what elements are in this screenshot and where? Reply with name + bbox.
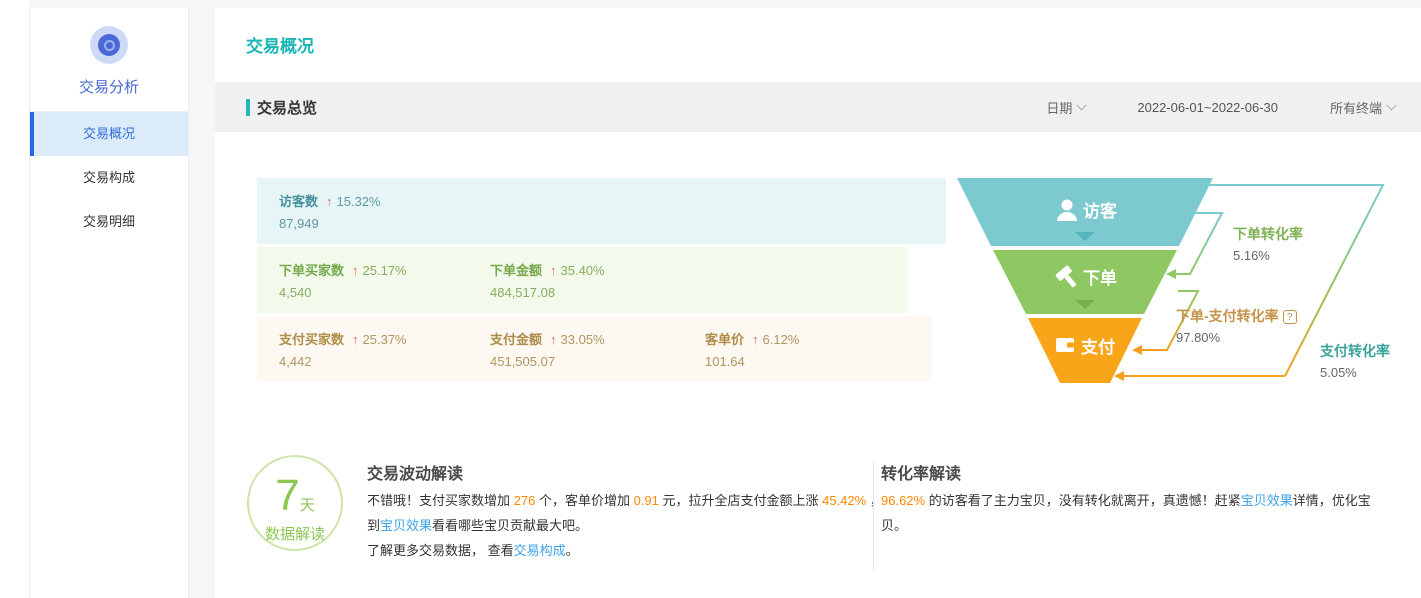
metric-value: 484,517.08 xyxy=(490,285,605,300)
conversion-insight-title: 转化率解读 xyxy=(881,460,961,484)
page-title: 交易概况 xyxy=(246,32,314,57)
conversion-insight-body: 96.62% 的访客看了主力宝贝，没有转化就离开，真遗憾！赶紧宝贝效果详情，优化… xyxy=(881,488,1381,538)
left-gutter xyxy=(0,0,29,598)
date-filter-dropdown[interactable]: 日期 xyxy=(1046,98,1085,117)
highlight-number: 45.42% xyxy=(822,493,866,508)
sidebar-item-trade-detail[interactable]: 交易明细 xyxy=(30,200,188,244)
up-arrow-icon: ↑ xyxy=(352,332,359,347)
section-title: 交易总览 xyxy=(246,97,317,118)
metric-value: 451,505.07 xyxy=(490,354,605,369)
seven-day-insight-badge: 7天 数据解读 xyxy=(247,455,343,551)
app-logo-icon xyxy=(90,26,128,64)
metric-order-buyers: 下单买家数↑25.17% 4,540 xyxy=(279,260,407,300)
terminal-filter-dropdown[interactable]: 所有终端 xyxy=(1330,98,1395,117)
highlight-number: 276 xyxy=(514,493,536,508)
link-trade-composition[interactable]: 交易构成 xyxy=(514,543,566,558)
highlight-number: 96.62% xyxy=(881,493,925,508)
sidebar-item-trade-composition[interactable]: 交易构成 xyxy=(30,156,188,200)
metric-visitors: 访客数↑15.32% 87,949 xyxy=(279,191,381,231)
chevron-down-icon xyxy=(1387,100,1397,110)
metric-value: 4,442 xyxy=(279,354,407,369)
trade-insight-title: 交易波动解读 xyxy=(367,460,463,484)
up-arrow-icon: ↑ xyxy=(326,194,333,209)
funnel-stage-label: 支付 xyxy=(1081,337,1115,357)
insight-divider xyxy=(873,460,874,572)
chevron-down-icon xyxy=(1077,100,1087,110)
funnel-stage-label: 下单 xyxy=(1083,268,1117,288)
rate-order-conversion: 下单转化率 5.16% xyxy=(1233,224,1303,263)
section-title-text: 交易总览 xyxy=(257,97,317,118)
arrow-left-icon xyxy=(1114,371,1124,381)
link-item-effect[interactable]: 宝贝效果 xyxy=(1241,493,1293,508)
trade-insight-body: 不错哦！支付买家数增加 276 个，客单价增加 0.91 元，拉升全店支付金额上… xyxy=(367,488,889,563)
up-arrow-icon: ↑ xyxy=(752,332,759,347)
rate-order-pay-conversion: 下单-支付转化率? 97.80% xyxy=(1176,306,1297,345)
help-icon[interactable]: ? xyxy=(1283,310,1297,324)
sidebar: 交易分析 交易概况 交易构成 交易明细 xyxy=(29,8,189,598)
metric-value: 4,540 xyxy=(279,285,407,300)
arrow-left-icon xyxy=(1132,345,1142,355)
arrow-left-icon xyxy=(1166,269,1176,279)
up-arrow-icon: ↑ xyxy=(550,332,557,347)
date-range-value[interactable]: 2022-06-01~2022-06-30 xyxy=(1137,100,1278,115)
link-item-effect[interactable]: 宝贝效果 xyxy=(380,518,432,533)
highlight-number: 0.91 xyxy=(634,493,659,508)
sidebar-menu: 交易概况 交易构成 交易明细 xyxy=(30,111,188,244)
metric-pay-amount: 支付金额↑33.05% 451,505.07 xyxy=(490,329,605,369)
main-panel: 交易概况 交易总览 日期 2022-06-01~2022-06-30 所有终端 … xyxy=(215,8,1421,598)
metric-value: 87,949 xyxy=(279,216,381,231)
metric-pay-buyers: 支付买家数↑25.37% 4,442 xyxy=(279,329,407,369)
funnel-stage-label: 访客 xyxy=(1083,201,1118,221)
up-arrow-icon: ↑ xyxy=(352,263,359,278)
section-title-bar xyxy=(246,99,250,116)
metrics-row-orders: 下单买家数↑25.17% 4,540 下单金额↑35.40% 484,517.0… xyxy=(257,247,908,313)
metrics-row-payments: 支付买家数↑25.37% 4,442 支付金额↑33.05% 451,505.0… xyxy=(257,316,932,382)
metric-value: 101.64 xyxy=(705,354,799,369)
metric-avg-order-value: 客单价↑6.12% 101.64 xyxy=(705,329,799,369)
up-arrow-icon: ↑ xyxy=(550,263,557,278)
pay-wallet-icon xyxy=(1056,338,1074,352)
sidebar-title: 交易分析 xyxy=(30,76,188,111)
metric-order-amount: 下单金额↑35.40% 484,517.08 xyxy=(490,260,605,300)
overview-section-bar: 交易总览 日期 2022-06-01~2022-06-30 所有终端 xyxy=(215,82,1421,132)
rate-pay-conversion: 支付转化率 5.05% xyxy=(1320,341,1390,380)
metrics-row-visitors: 访客数↑15.32% 87,949 xyxy=(257,178,946,244)
sidebar-item-trade-overview[interactable]: 交易概况 xyxy=(30,112,188,156)
